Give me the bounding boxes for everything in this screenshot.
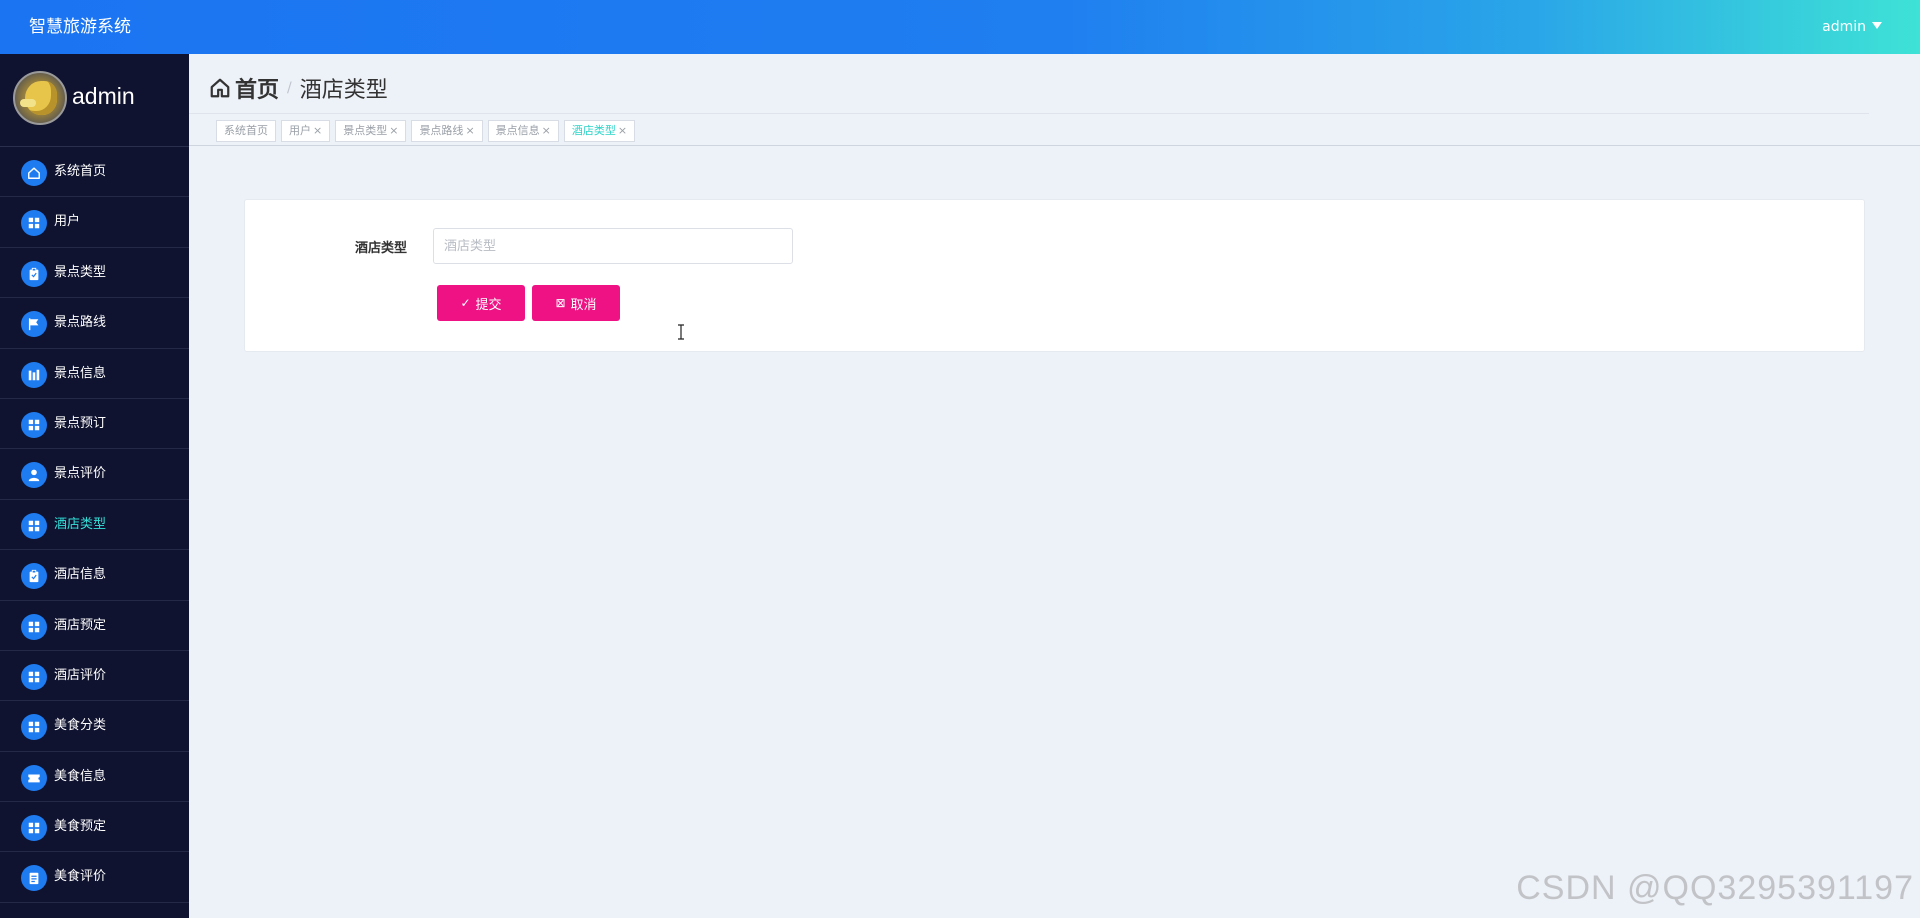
breadcrumb-current: 酒店类型: [299, 78, 388, 103]
breadcrumb-divider: [189, 113, 1869, 114]
tab-tag[interactable]: 景点信息 ×: [487, 120, 559, 142]
check-icon: ✓: [460, 296, 471, 310]
sidebar-item-label: 酒店预定: [54, 617, 107, 633]
close-box-icon: ⊠: [555, 296, 566, 310]
grid-icon: [21, 714, 47, 741]
sidebar-item-label: 系统首页: [54, 164, 107, 179]
tab-tag[interactable]: 酒店类型 ×: [563, 120, 636, 142]
sidebar: admin 系统首页用户景点类型景点路线景点信息景点预订景点评价酒店类型酒店信息…: [0, 54, 189, 918]
sidebar-item[interactable]: 景点类型: [0, 248, 189, 299]
tab-tag[interactable]: 景点路线 ×: [411, 120, 483, 142]
grid-icon: [21, 210, 47, 237]
hotel-type-input[interactable]: [433, 228, 793, 264]
tab-tag-label: 景点信息: [495, 124, 540, 137]
clipboard-icon: [21, 563, 47, 590]
sidebar-item-label: 用户: [54, 214, 81, 230]
grid-icon: [21, 411, 47, 438]
sidebar-item-label: 酒店信息: [54, 567, 107, 583]
close-icon[interactable]: ×: [465, 124, 474, 137]
cancel-button-label: 取消: [570, 297, 597, 313]
sidebar-item[interactable]: 景点路线: [0, 298, 189, 349]
sidebar-item[interactable]: 酒店信息: [0, 550, 189, 601]
breadcrumb-separator: /: [287, 80, 292, 96]
tab-tag-label: 系统首页: [224, 124, 268, 137]
profile-name: admin: [72, 83, 135, 109]
sidebar-item-label: 景点预订: [54, 415, 107, 431]
sidebar-item[interactable]: 美食分类: [0, 701, 189, 752]
cancel-button[interactable]: ⊠ 取消: [532, 285, 620, 321]
close-icon[interactable]: ×: [313, 124, 322, 137]
sidebar-item[interactable]: 系统首页: [0, 147, 189, 198]
chart-icon: [21, 361, 47, 388]
grid-icon: [21, 613, 47, 640]
document-icon: [21, 865, 47, 892]
form-card: 酒店类型 ✓ 提交 ⊠ 取消: [244, 199, 1865, 352]
sidebar-item[interactable]: 景点信息: [0, 349, 189, 399]
sidebar-item-label: 景点路线: [54, 315, 107, 331]
sidebar-item-label: 景点类型: [54, 264, 107, 280]
flag-icon: [21, 311, 47, 338]
ticket-icon: [21, 764, 47, 791]
breadcrumb: 首页 / 酒店类型: [209, 68, 388, 108]
submit-button[interactable]: ✓ 提交: [437, 285, 525, 321]
tab-tag-label: 景点路线: [419, 124, 464, 137]
grid-icon: [21, 512, 47, 539]
top-bar: 智慧旅游系统 admin: [0, 0, 1920, 54]
close-icon[interactable]: ×: [389, 124, 398, 137]
main-content: 首页 / 酒店类型 系统首页 用户 × 景点类型 × 景点路线 × 景点信息 × 酒店类型 × 酒店…: [189, 54, 1920, 918]
close-icon[interactable]: ×: [618, 124, 627, 137]
sidebar-item[interactable]: 美食评价: [0, 852, 189, 903]
sidebar-item-label: 景点信息: [54, 365, 107, 381]
home-icon: [21, 160, 47, 186]
breadcrumb-home[interactable]: 首页: [235, 72, 279, 104]
sidebar-item-label: 酒店评价: [54, 667, 107, 683]
sidebar-item-label: 景点评价: [54, 466, 107, 482]
grid-icon: [21, 815, 47, 842]
submit-button-label: 提交: [475, 297, 502, 313]
sidebar-item[interactable]: 酒店类型: [0, 500, 189, 551]
caret-down-icon: [1872, 22, 1882, 29]
user-menu-label: admin: [1822, 19, 1866, 35]
watermark: CSDN @QQ3295391197: [1516, 869, 1914, 907]
tab-tag-label: 酒店类型: [571, 124, 616, 137]
sidebar-item[interactable]: 景点预订: [0, 399, 189, 450]
sidebar-item-label: 美食分类: [54, 718, 107, 734]
sidebar-item[interactable]: 景点评价: [0, 449, 189, 500]
tags-bar: 系统首页 用户 × 景点类型 × 景点路线 × 景点信息 × 酒店类型 ×: [189, 116, 1920, 146]
profile: admin: [0, 54, 189, 147]
close-icon[interactable]: ×: [542, 124, 551, 137]
sidebar-item[interactable]: 用户: [0, 197, 189, 248]
avatar: [13, 71, 67, 125]
tags-list: 系统首页 用户 × 景点类型 × 景点路线 × 景点信息 × 酒店类型 ×: [216, 120, 640, 142]
user-icon: [21, 462, 47, 489]
sidebar-item-label: 美食预定: [54, 819, 107, 835]
tab-tag[interactable]: 景点类型 ×: [335, 120, 407, 142]
home-icon: [210, 78, 230, 98]
grid-icon: [21, 663, 47, 690]
text-cursor-icon: [678, 324, 684, 340]
sidebar-item[interactable]: 美食预定: [0, 802, 189, 853]
tab-tag-label: 用户: [289, 124, 311, 137]
sidebar-item[interactable]: 酒店预定: [0, 601, 189, 651]
app-title: 智慧旅游系统: [29, 17, 131, 37]
sidebar-item-label: 美食信息: [54, 768, 107, 784]
sidebar-item[interactable]: 美食信息: [0, 752, 189, 803]
tab-tag-label: 景点类型: [343, 124, 388, 137]
user-menu[interactable]: admin: [1822, 0, 1882, 54]
sidebar-item-label: 美食评价: [54, 869, 107, 885]
sidebar-menu: 系统首页用户景点类型景点路线景点信息景点预订景点评价酒店类型酒店信息酒店预定酒店…: [0, 147, 189, 903]
sidebar-item-label: 酒店类型: [54, 516, 107, 532]
tab-tag[interactable]: 系统首页: [216, 120, 276, 142]
clipboard-icon: [21, 260, 47, 287]
tab-tag[interactable]: 用户 ×: [281, 120, 331, 142]
hotel-type-label: 酒店类型: [355, 241, 408, 256]
sidebar-item[interactable]: 酒店评价: [0, 651, 189, 702]
